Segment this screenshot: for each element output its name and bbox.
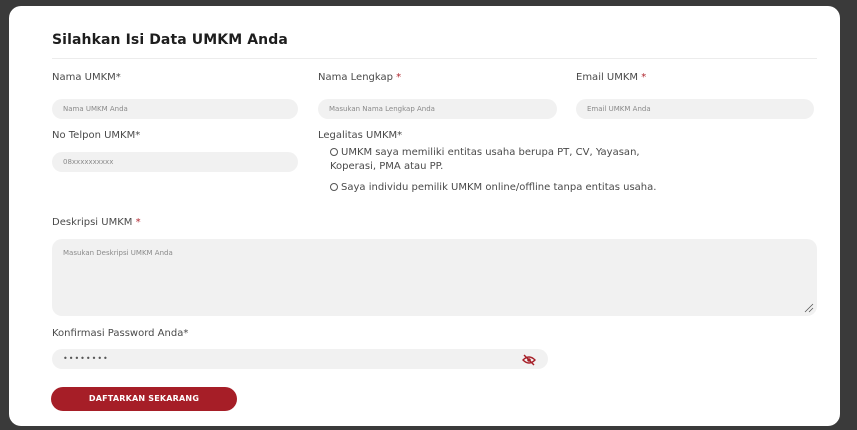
- email-required-mark: *: [641, 72, 647, 83]
- deskripsi-required-mark: *: [135, 217, 141, 228]
- email-input[interactable]: Email UMKM Anda: [576, 99, 814, 119]
- email-label: Email UMKM *: [576, 72, 646, 83]
- telpon-input[interactable]: 08xxxxxxxxxx: [52, 152, 298, 172]
- password-required-mark: *: [183, 328, 189, 339]
- nama-lengkap-label-text: Nama Lengkap: [318, 72, 397, 83]
- radio-circle-icon[interactable]: [330, 183, 338, 191]
- radio-circle-icon[interactable]: [330, 148, 338, 156]
- deskripsi-label-text: Deskripsi UMKM: [52, 217, 136, 228]
- telpon-label: No Telpon UMKM*: [52, 130, 140, 141]
- nama-umkm-required-mark: *: [115, 72, 121, 83]
- legalitas-option-entitas-line2: Koperasi, PMA atau PP.: [330, 161, 444, 172]
- nama-umkm-input[interactable]: Nama UMKM Anda: [52, 99, 298, 119]
- password-input[interactable]: ••••••••: [52, 349, 548, 369]
- password-label-text: Konfirmasi Password Anda: [52, 328, 184, 339]
- legalitas-label: Legalitas UMKM*: [318, 130, 402, 141]
- submit-button[interactable]: DAFTARKAN SEKARANG: [51, 387, 237, 411]
- form-title: Silahkan Isi Data UMKM Anda: [52, 32, 288, 48]
- nama-lengkap-input[interactable]: Masukan Nama Lengkap Anda: [318, 99, 557, 119]
- deskripsi-textarea[interactable]: Masukan Deskripsi UMKM Anda: [52, 239, 817, 316]
- eye-slash-icon[interactable]: [522, 354, 536, 366]
- legalitas-required-mark: *: [397, 130, 403, 141]
- registration-card: Silahkan Isi Data UMKM Anda Nama UMKM* N…: [9, 6, 840, 426]
- nama-lengkap-label: Nama Lengkap *: [318, 72, 401, 83]
- legalitas-label-text: Legalitas UMKM: [318, 130, 398, 141]
- legalitas-option-individu-text: Saya individu pemilik UMKM online/offlin…: [341, 182, 657, 193]
- telpon-label-text: No Telpon UMKM: [52, 130, 136, 141]
- email-label-text: Email UMKM: [576, 72, 642, 83]
- legalitas-option-entitas[interactable]: UMKM saya memiliki entitas usaha berupa …: [330, 146, 640, 174]
- resize-handle-icon[interactable]: [804, 303, 814, 313]
- nama-lengkap-required-mark: *: [396, 72, 402, 83]
- telpon-required-mark: *: [135, 130, 141, 141]
- nama-umkm-label: Nama UMKM*: [52, 72, 121, 83]
- title-divider: [52, 58, 817, 59]
- legalitas-option-individu[interactable]: Saya individu pemilik UMKM online/offlin…: [330, 181, 656, 195]
- password-label: Konfirmasi Password Anda*: [52, 328, 188, 339]
- nama-umkm-label-text: Nama UMKM: [52, 72, 116, 83]
- legalitas-option-entitas-line1: UMKM saya memiliki entitas usaha berupa …: [341, 147, 640, 158]
- deskripsi-placeholder: Masukan Deskripsi UMKM Anda: [63, 249, 173, 257]
- deskripsi-label: Deskripsi UMKM *: [52, 217, 141, 228]
